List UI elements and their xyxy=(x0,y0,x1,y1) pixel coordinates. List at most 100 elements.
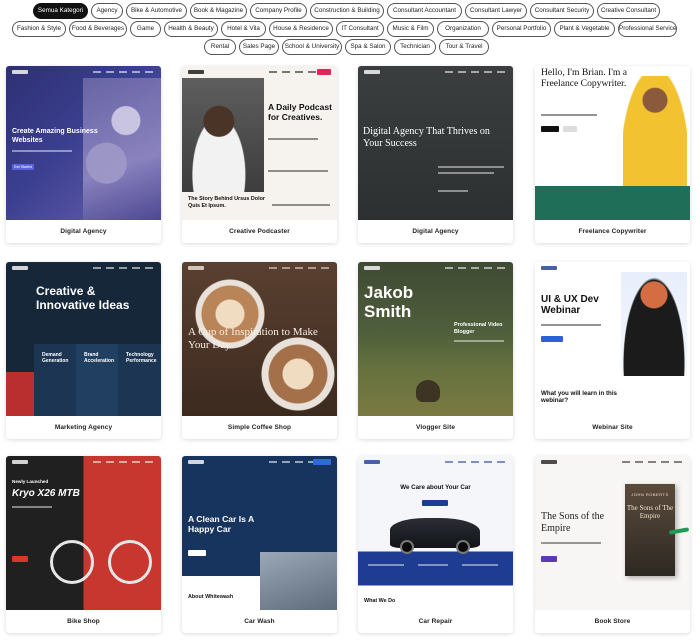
get-started-button: Get Started xyxy=(12,164,34,170)
book-cover: JOHN ROBERTS The Sons of The Empire xyxy=(625,484,675,576)
template-preview: Creative & Innovative Ideas Demand Gener… xyxy=(6,262,161,416)
template-preview: Create Amazing Business Websites Get Sta… xyxy=(6,66,161,220)
filter-chip[interactable]: Hotel & Vila xyxy=(221,21,266,37)
template-name: Bike Shop xyxy=(67,618,100,625)
cover-title: The Sons of The Empire xyxy=(626,504,674,520)
preview-subheadline: What We Do xyxy=(364,598,396,604)
filter-chip[interactable]: Tour & Travel xyxy=(439,39,489,55)
filter-chip[interactable]: Music & Film xyxy=(387,21,434,37)
template-preview: Hello, I'm Brian. I'm a Freelance Copywr… xyxy=(535,66,690,220)
filter-chip[interactable]: School & University xyxy=(282,39,342,55)
vlogger-figure xyxy=(416,380,440,402)
filter-chip[interactable]: Health & Beauty xyxy=(164,21,218,37)
car-wash-photo xyxy=(260,552,337,610)
preview-headline: Jakob Smith xyxy=(364,283,414,321)
template-card[interactable]: We Care about Your Car What We Do Car Re… xyxy=(358,456,513,633)
preview-headline: A Daily Podcast for Creatives. xyxy=(268,102,332,122)
filter-chip[interactable]: Organization xyxy=(437,21,489,37)
filter-chip[interactable]: Consultant Lawyer xyxy=(465,3,527,19)
template-name: Car Wash xyxy=(244,618,275,625)
service-columns: Demand Generation Brand Acceleration Tec… xyxy=(34,344,161,416)
bike-wheel xyxy=(50,540,94,584)
preview-headline: The Sons of the Empire xyxy=(541,511,605,534)
template-card[interactable]: The Sons of the Empire JOHN ROBERTS The … xyxy=(535,456,690,633)
template-card[interactable]: Jakob Smith Professional Video Blogger V… xyxy=(358,262,513,439)
template-preview: Jakob Smith Professional Video Blogger xyxy=(358,262,513,416)
copywriter-photo xyxy=(623,76,687,186)
template-preview: UI & UX Dev Webinar What you will learn … xyxy=(535,262,690,416)
speaker-photo xyxy=(621,272,687,376)
car-wheel xyxy=(400,540,414,554)
template-card[interactable]: Hello, I'm Brian. I'm a Freelance Copywr… xyxy=(535,66,690,243)
template-name: Digital Agency xyxy=(412,228,459,235)
filter-chip[interactable]: Construction & Building xyxy=(310,3,384,19)
template-name: Vlogger Site xyxy=(415,424,456,431)
filter-chip[interactable]: Consultant Security xyxy=(530,3,594,19)
filter-chip[interactable]: Technician xyxy=(394,39,436,55)
filter-chip[interactable]: Book & Magazine xyxy=(190,3,247,19)
service-label: Technology Performance xyxy=(126,352,157,364)
filter-chip[interactable]: Fashion & Style xyxy=(12,21,66,37)
filter-chip[interactable]: Spa & Salon xyxy=(345,39,391,55)
filter-chip[interactable]: Rental xyxy=(204,39,236,55)
preview-eyebrow: Newly Launched xyxy=(12,479,49,484)
template-card[interactable]: Digital Agency That Thrives on Your Succ… xyxy=(358,66,513,243)
preview-subheadline: What you will learn in this webinar? xyxy=(541,390,617,404)
service-label: Demand Generation xyxy=(42,352,69,364)
template-card[interactable]: Create Amazing Business Websites Get Sta… xyxy=(6,66,161,243)
filter-chip[interactable]: Company Profile xyxy=(250,3,307,19)
template-name: Freelance Copywriter xyxy=(578,228,647,235)
filter-chip[interactable]: Food & Beverages xyxy=(69,21,127,37)
template-name: Marketing Agency xyxy=(54,424,113,431)
cover-author: JOHN ROBERTS xyxy=(631,492,669,497)
template-card[interactable]: Creative & Innovative Ideas Demand Gener… xyxy=(6,262,161,439)
preview-subheadline: About Whitewash xyxy=(188,594,234,600)
template-name: Digital Agency xyxy=(60,228,107,235)
template-preview: A Cup of Inspiration to Make Your Day xyxy=(182,262,337,416)
preview-headline: Create Amazing Business Websites xyxy=(12,128,98,144)
template-name: Book Store xyxy=(594,618,631,625)
template-name: Creative Podcaster xyxy=(229,228,290,235)
team-photo xyxy=(83,78,161,220)
template-name: Simple Coffee Shop xyxy=(227,424,292,431)
filter-chip[interactable]: IT Consultant xyxy=(336,21,384,37)
template-card[interactable]: A Cup of Inspiration to Make Your Day Si… xyxy=(182,262,337,439)
category-filter-bar: Semua Kategori Agency Bike & Automotive … xyxy=(0,0,700,56)
template-card[interactable]: Newly Launched Kryo X26 MTB Bike Shop xyxy=(6,456,161,633)
template-preview: The Sons of the Empire JOHN ROBERTS The … xyxy=(535,456,690,610)
preview-headline: We Care about Your Car xyxy=(400,484,471,491)
filter-chip[interactable]: Game xyxy=(130,21,161,37)
bike-wheel xyxy=(108,540,152,584)
template-card[interactable]: UI & UX Dev Webinar What you will learn … xyxy=(535,262,690,439)
preview-headline: Kryo X26 MTB xyxy=(12,488,80,499)
filter-chip[interactable]: Creative Consultant xyxy=(597,3,660,19)
template-card[interactable]: A Clean Car Is A Happy Car About Whitewa… xyxy=(182,456,337,633)
filter-chip[interactable]: Plant & Vegetable xyxy=(554,21,615,37)
car-wheel xyxy=(456,540,470,554)
filter-chip[interactable]: Professional Services xyxy=(618,21,677,37)
preview-headline: A Cup of Inspiration to Make Your Day xyxy=(188,326,318,351)
template-name: Webinar Site xyxy=(592,424,633,431)
template-card[interactable]: A Daily Podcast for Creatives. The Story… xyxy=(182,66,337,243)
template-preview: A Daily Podcast for Creatives. The Story… xyxy=(182,66,337,220)
filter-chip[interactable]: Personal Portfolio xyxy=(492,21,551,37)
preview-headline: Creative & Innovative Ideas xyxy=(36,284,130,312)
testimonial-band xyxy=(535,186,690,220)
preview-subheadline: The Story Behind Ursus Dolor Quis Et Ips… xyxy=(188,196,265,209)
filter-chip[interactable]: Consultant Accountant xyxy=(387,3,462,19)
filter-chip[interactable]: Sales Page xyxy=(239,39,279,55)
template-preview: A Clean Car Is A Happy Car About Whitewa… xyxy=(182,456,337,610)
filter-chip-all[interactable]: Semua Kategori xyxy=(33,3,88,19)
template-preview: Newly Launched Kryo X26 MTB xyxy=(6,456,161,610)
preview-headline: A Clean Car Is A Happy Car xyxy=(188,514,254,534)
filter-chip[interactable]: Agency xyxy=(91,3,123,19)
template-name: Car Repair xyxy=(418,618,453,625)
filter-chip[interactable]: House & Residence xyxy=(269,21,333,37)
template-preview: We Care about Your Car What We Do xyxy=(358,456,513,610)
filter-chip[interactable]: Bike & Automotive xyxy=(126,3,187,19)
template-preview: Digital Agency That Thrives on Your Succ… xyxy=(358,66,513,220)
accent-block xyxy=(6,372,34,416)
service-label: Brand Acceleration xyxy=(84,352,115,364)
preview-subheadline: Professional Video Blogger xyxy=(454,322,503,335)
podcaster-photo xyxy=(182,78,264,192)
